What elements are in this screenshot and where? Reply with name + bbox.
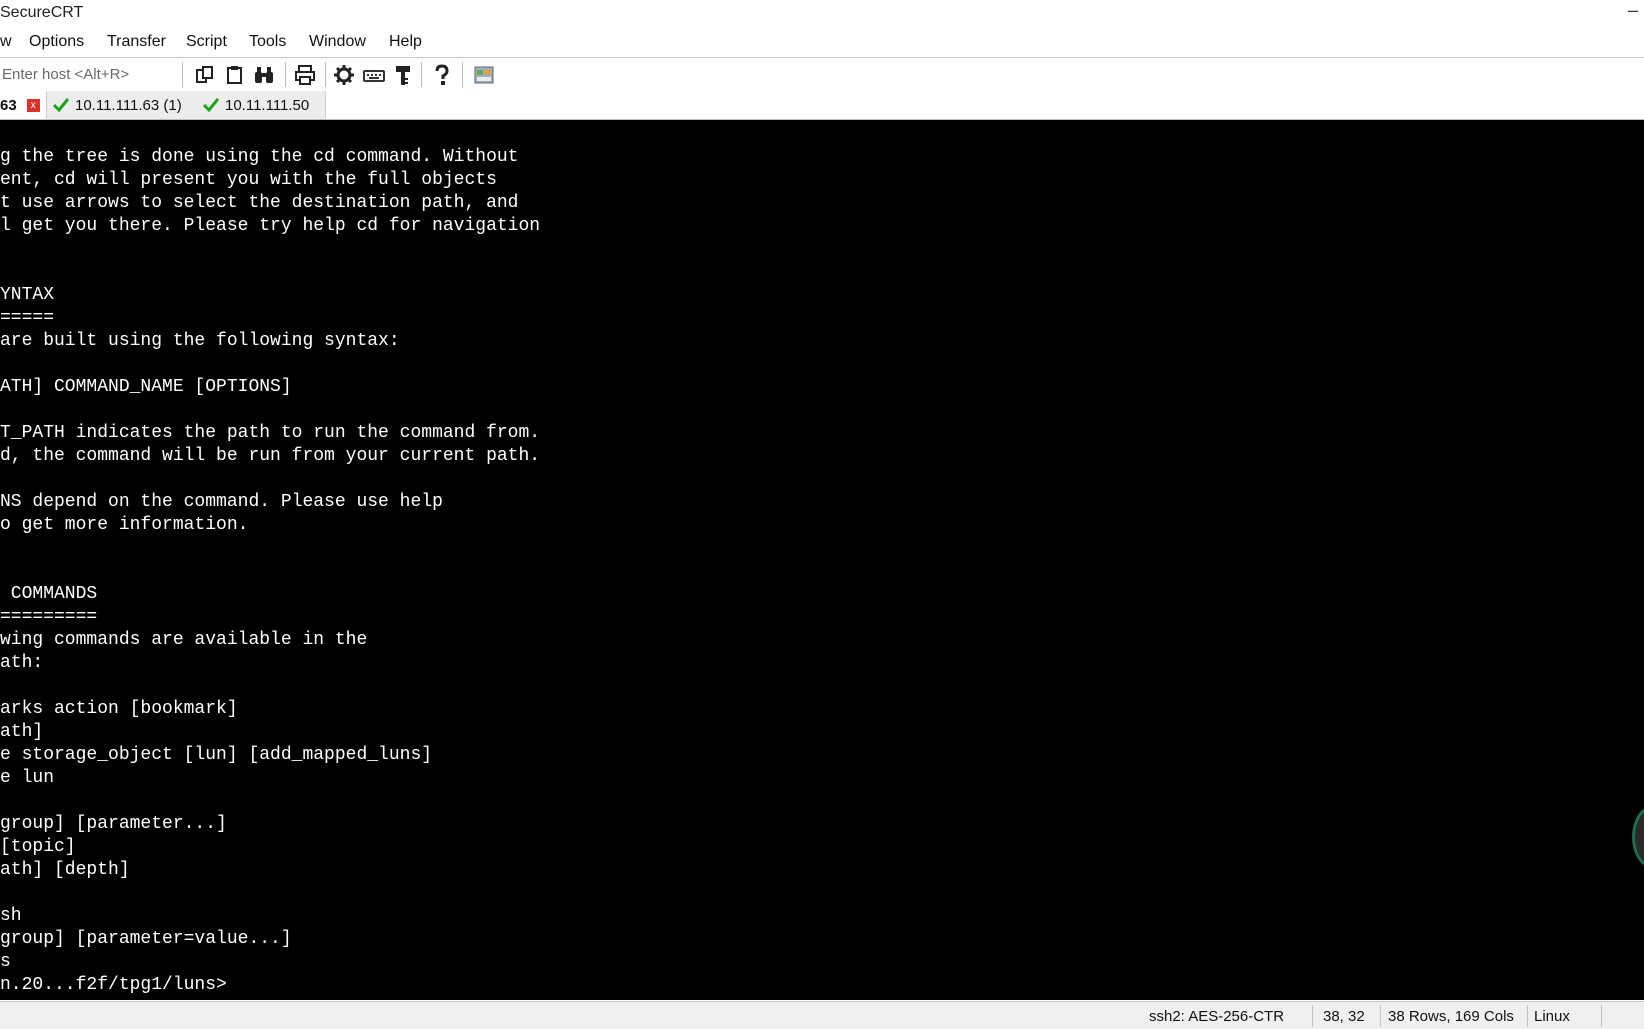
status-bar: ssh2: AES-256-CTR 38, 32 38 Rows, 169 Co… (0, 1001, 1644, 1029)
terminal-line: ath: (0, 653, 44, 673)
minimize-button[interactable]: – (1628, 0, 1638, 21)
menu-script[interactable]: Script (186, 33, 227, 51)
window-title: SecureCRT (0, 4, 84, 21)
tab-session-63[interactable]: 63 x (0, 91, 44, 119)
terminal-line: YNTAX (0, 285, 55, 305)
tab-label: 63 (0, 96, 17, 114)
toolbar-separator (285, 62, 286, 87)
toolbar-separator (182, 62, 183, 87)
terminal-line: group] [parameter=value...] (0, 929, 292, 949)
terminal-line: wing commands are available in the (0, 630, 368, 650)
terminal-line: d, the command will be run from your cur… (0, 446, 541, 466)
terminal-line: ===== (0, 308, 55, 328)
toolbar-separator (325, 62, 326, 87)
terminal-line: T_PATH indicates the path to run the com… (0, 423, 541, 443)
settings-icon[interactable] (331, 62, 357, 87)
quick-connect-input[interactable] (0, 62, 180, 86)
status-separator (1527, 1005, 1528, 1027)
terminal-line: sh (0, 906, 22, 926)
check-icon (53, 98, 69, 112)
terminal-line: s (0, 952, 11, 972)
keymap-icon[interactable] (361, 62, 387, 87)
menu-view[interactable]: w (0, 33, 12, 51)
terminal-line: NS depend on the command. Please use hel… (0, 492, 443, 512)
status-cipher: ssh2: AES-256-CTR (1149, 1008, 1285, 1025)
title-bar: SecureCRT – (0, 0, 1644, 29)
terminal-line: e lun (0, 768, 55, 788)
find-icon[interactable] (251, 62, 277, 87)
paste-icon[interactable] (222, 62, 248, 87)
menu-tools[interactable]: Tools (249, 33, 286, 51)
terminal-line: group] [parameter...] (0, 814, 227, 834)
keygen-icon[interactable] (390, 62, 416, 87)
terminal-line: ========= (0, 607, 98, 627)
status-cursor-position: 38, 32 (1323, 1008, 1365, 1025)
status-os: Linux (1534, 1008, 1570, 1025)
status-terminal-size: 38 Rows, 169 Cols (1388, 1008, 1514, 1025)
terminal-line: o get more information. (0, 515, 249, 535)
terminal-line: ath] [depth] (0, 860, 130, 880)
terminal-line: ATH] COMMAND_NAME [OPTIONS] (0, 377, 292, 397)
terminal-line: ath] (0, 722, 44, 742)
menu-help[interactable]: Help (389, 33, 422, 51)
menu-window[interactable]: Window (309, 33, 366, 51)
menu-transfer[interactable]: Transfer (107, 33, 166, 51)
terminal-output[interactable]: g the tree is done using the cd command.… (0, 120, 1644, 1000)
toolbar-separator (421, 62, 422, 87)
terminal-line: e storage_object [lun] [add_mapped_luns] (0, 745, 433, 765)
print-icon[interactable] (292, 62, 318, 87)
toolbar-separator (462, 62, 463, 87)
close-icon[interactable]: x (26, 98, 40, 112)
terminal-line: t use arrows to select the destination p… (0, 193, 519, 213)
terminal-line: n.20...f2f/tpg1/luns> (0, 975, 227, 995)
terminal-line: COMMANDS (0, 584, 98, 604)
toolbar (0, 57, 1644, 92)
menu-options[interactable]: Options (29, 33, 84, 51)
menu-bar: w Options Transfer Script Tools Window H… (0, 29, 1644, 56)
terminal-line: arks action [bookmark] (0, 699, 238, 719)
status-separator (1312, 1005, 1313, 1027)
terminal-line: are built using the following syntax: (0, 331, 400, 351)
terminal-line: g the tree is done using the cd command.… (0, 147, 519, 167)
check-icon (203, 98, 219, 112)
sftp-icon[interactable] (471, 62, 497, 87)
tab-session-10-11-111-50[interactable]: 10.11.111.50 (197, 91, 326, 119)
tab-session-10-11-111-63[interactable]: 10.11.111.63 (1) (46, 91, 198, 119)
terminal-line: ent, cd will present you with the full o… (0, 170, 497, 190)
terminal-line: l get you there. Please try help cd for … (0, 216, 541, 236)
help-icon[interactable] (429, 62, 455, 87)
tab-label: 10.11.111.50 (225, 96, 310, 114)
terminal-line: [topic] (0, 837, 76, 857)
session-tab-bar: 63 x 10.11.111.63 (1) 10.11.111.50 (0, 91, 1644, 120)
status-separator (1380, 1005, 1381, 1027)
status-separator (1601, 1005, 1602, 1027)
copy-icon[interactable] (192, 62, 218, 87)
tab-label: 10.11.111.63 (1) (75, 96, 182, 114)
